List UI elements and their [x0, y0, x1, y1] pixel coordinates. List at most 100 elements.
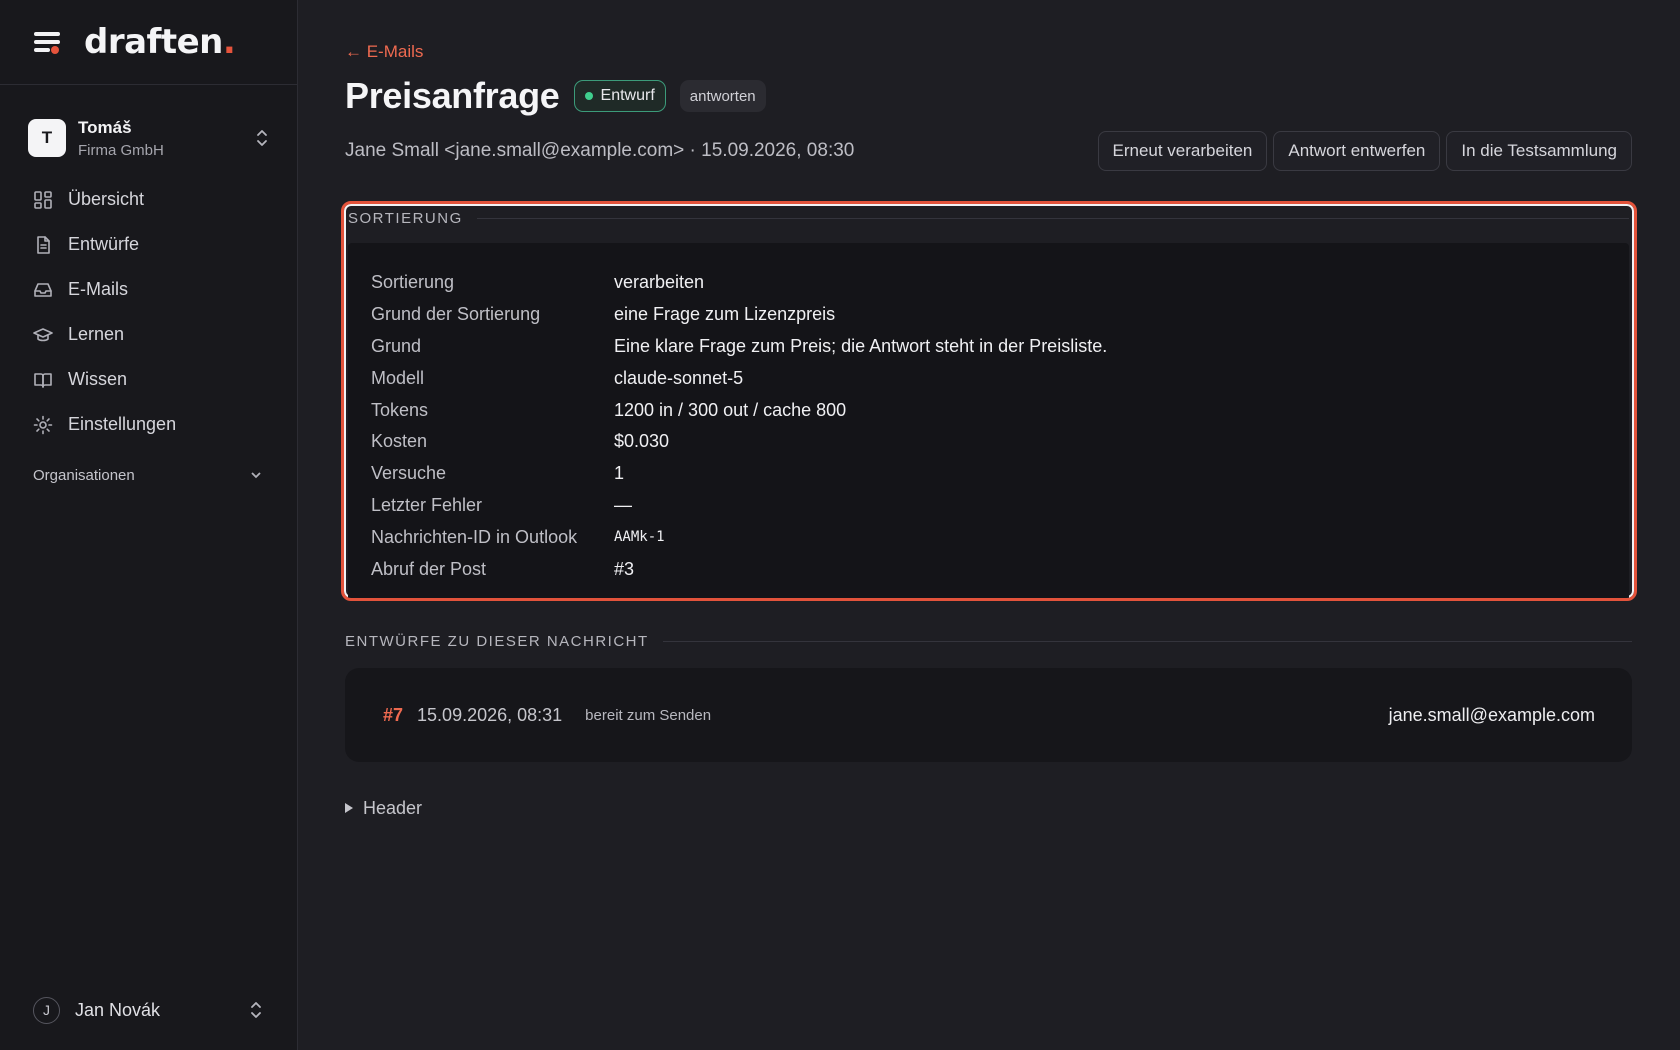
- kv-value: verarbeiten: [614, 272, 705, 293]
- chevron-down-icon: [251, 472, 261, 479]
- sidebar-item-label: Einstellungen: [68, 414, 177, 434]
- section-divider: [476, 217, 1629, 219]
- disclosure-triangle-icon: [345, 803, 353, 813]
- kv-key: Tokens: [371, 399, 429, 420]
- main-content: ← E-Mails Preisanfrage Entwurf antworten…: [298, 0, 1680, 1050]
- kv-row: Modell claude-sonnet-5: [371, 362, 1606, 394]
- app-root: draften. T Tomáš Firma GmbH Übersicht En…: [0, 0, 1680, 1050]
- kv-key: Nachrichten-ID in Outlook: [371, 526, 578, 547]
- draft-status: bereit zum Senden: [585, 706, 712, 724]
- inbox-icon: [34, 282, 52, 297]
- sidebar-item-label: Wissen: [68, 369, 128, 389]
- brand-bar: draften.: [0, 0, 297, 85]
- kv-key: Grund: [371, 335, 422, 356]
- kv-key: Kosten: [371, 431, 428, 452]
- sidebar-item-emails[interactable]: E-Mails: [0, 267, 297, 312]
- kv-value: eine Frage zum Lizenzpreis: [614, 304, 836, 325]
- draft-recipient: jane.small@example.com: [1388, 704, 1595, 725]
- tag-badge: antworten: [679, 80, 766, 112]
- kv-value: —: [614, 494, 632, 515]
- gear-icon: [33, 415, 53, 434]
- kv-key: Letzter Fehler: [371, 494, 483, 515]
- header-disclosure-label: Header: [363, 797, 423, 818]
- logo-dot: .: [222, 22, 236, 62]
- kv-row: Grund der Sortierung eine Frage zum Lizen…: [371, 299, 1606, 331]
- document-icon: [37, 235, 50, 254]
- kv-key: Abruf der Post: [371, 558, 487, 579]
- action-bar: Erneut verarbeiten Antwort entwerfen In …: [1097, 131, 1632, 171]
- draft-reply-button[interactable]: Antwort entwerfen: [1273, 131, 1441, 171]
- sidebar-item-label: E-Mails: [68, 279, 129, 299]
- meta-row: Jane Small <jane.small@example.com> · 15…: [345, 130, 1632, 172]
- header-disclosure[interactable]: Header: [345, 795, 1632, 821]
- kv-value: claude-sonnet-5: [614, 367, 744, 388]
- user-name: Jan Novák: [75, 999, 161, 1020]
- org-text: Tomáš Firma GmbH: [78, 118, 255, 159]
- kv-value: Eine klare Frage zum Preis; die Antwort …: [614, 335, 1108, 356]
- logo-text: draften: [84, 22, 223, 62]
- graduation-cap-icon: [33, 327, 53, 341]
- kv-row: Versuche 1: [371, 458, 1606, 490]
- kv-key: Versuche: [371, 463, 447, 484]
- kv-key: Sortierung: [371, 272, 455, 293]
- sidebar-group-organizations[interactable]: Organisationen: [0, 455, 297, 495]
- org-name: Tomáš: [78, 117, 132, 137]
- reprocess-button[interactable]: Erneut verarbeiten: [1097, 131, 1268, 171]
- sidebar-item-settings[interactable]: Einstellungen: [0, 402, 297, 447]
- sender-meta: Jane Small <jane.small@example.com> · 15…: [345, 140, 855, 161]
- draft-date: 15.09.2026, 08:31: [417, 704, 563, 725]
- section-label: Entwürfe zu dieser Nachricht: [345, 632, 649, 650]
- kv-value: AAMk-1: [614, 529, 665, 546]
- kv-value: 1: [614, 463, 625, 484]
- kv-row: Abruf der Post #3: [371, 553, 1606, 585]
- sorting-card: Sortierung verarbeiten Grund der Sortieru…: [348, 243, 1629, 598]
- chevron-up-down-icon: [251, 1002, 261, 1018]
- kv-row: Sortierung verarbeiten: [371, 267, 1606, 299]
- status-badge-label: Entwurf: [600, 87, 655, 104]
- menu-icon[interactable]: [34, 31, 60, 54]
- status-badge: Entwurf: [573, 80, 666, 112]
- sidebar-item-label: Übersicht: [68, 189, 145, 209]
- sidebar-item-overview[interactable]: Übersicht: [0, 177, 297, 222]
- drafts-section: Entwürfe zu dieser Nachricht #7 15.09.20…: [345, 630, 1632, 762]
- chevron-up-down-icon: [257, 130, 267, 146]
- section-label: Sortierung: [348, 209, 463, 227]
- sidebar-item-label: Lernen: [68, 324, 125, 344]
- book-icon: [34, 372, 52, 388]
- kv-value: #3: [614, 558, 635, 579]
- sorting-section: Sortierung Sortierung verarbeiten Grund d…: [341, 201, 1637, 601]
- sidebar: draften. T Tomáš Firma GmbH Übersicht En…: [0, 0, 298, 1050]
- back-link[interactable]: ← E-Mails: [345, 42, 423, 64]
- status-dot-icon: [584, 92, 593, 100]
- add-to-test-collection-button[interactable]: In die Testsammlung: [1446, 131, 1632, 171]
- sidebar-item-drafts[interactable]: Entwürfe: [0, 222, 297, 267]
- page-title: Preisanfrage: [345, 75, 560, 116]
- kv-key: Grund der Sortierung: [371, 304, 541, 325]
- grid-icon: [34, 190, 52, 209]
- kv-row: Tokens 1200 in / 300 out / cache 800: [371, 394, 1606, 426]
- sorting-section-head: Sortierung: [348, 207, 1629, 229]
- org-company: Firma GmbH: [78, 141, 164, 159]
- kv-row: Letzter Fehler —: [371, 490, 1606, 522]
- kv-key: Modell: [371, 367, 425, 388]
- logo: draften.: [84, 22, 236, 62]
- kv-row: Nachrichten-ID in Outlook AAMk-1: [371, 521, 1606, 553]
- kv-value: 1200 in / 300 out / cache 800: [614, 399, 847, 420]
- sidebar-item-knowledge[interactable]: Wissen: [0, 357, 297, 402]
- kv-row: Grund Eine klare Frage zum Preis; die Ant…: [371, 331, 1606, 363]
- user-avatar: J: [33, 996, 60, 1024]
- sidebar-item-label: Entwürfe: [68, 234, 140, 254]
- draft-number[interactable]: #7: [383, 705, 403, 726]
- kv-value: $0.030: [614, 431, 670, 452]
- sidebar-item-learn[interactable]: Lernen: [0, 312, 297, 357]
- drafts-section-head: Entwürfe zu dieser Nachricht: [345, 630, 1632, 652]
- draft-list-item[interactable]: #7 15.09.2026, 08:31 bereit zum Senden j…: [345, 668, 1632, 762]
- kv-row: Kosten $0.030: [371, 426, 1606, 458]
- org-avatar: T: [28, 119, 66, 157]
- section-divider: [662, 640, 1632, 642]
- sidebar-group-label: Organisationen: [33, 466, 135, 484]
- title-row: Preisanfrage Entwurf antworten: [345, 74, 1632, 118]
- user-switcher[interactable]: J Jan Novák: [0, 988, 297, 1032]
- org-switcher[interactable]: T Tomáš Firma GmbH: [0, 103, 297, 173]
- sidebar-nav: Übersicht Entwürfe E-Mails Lernen Wissen…: [0, 177, 297, 495]
